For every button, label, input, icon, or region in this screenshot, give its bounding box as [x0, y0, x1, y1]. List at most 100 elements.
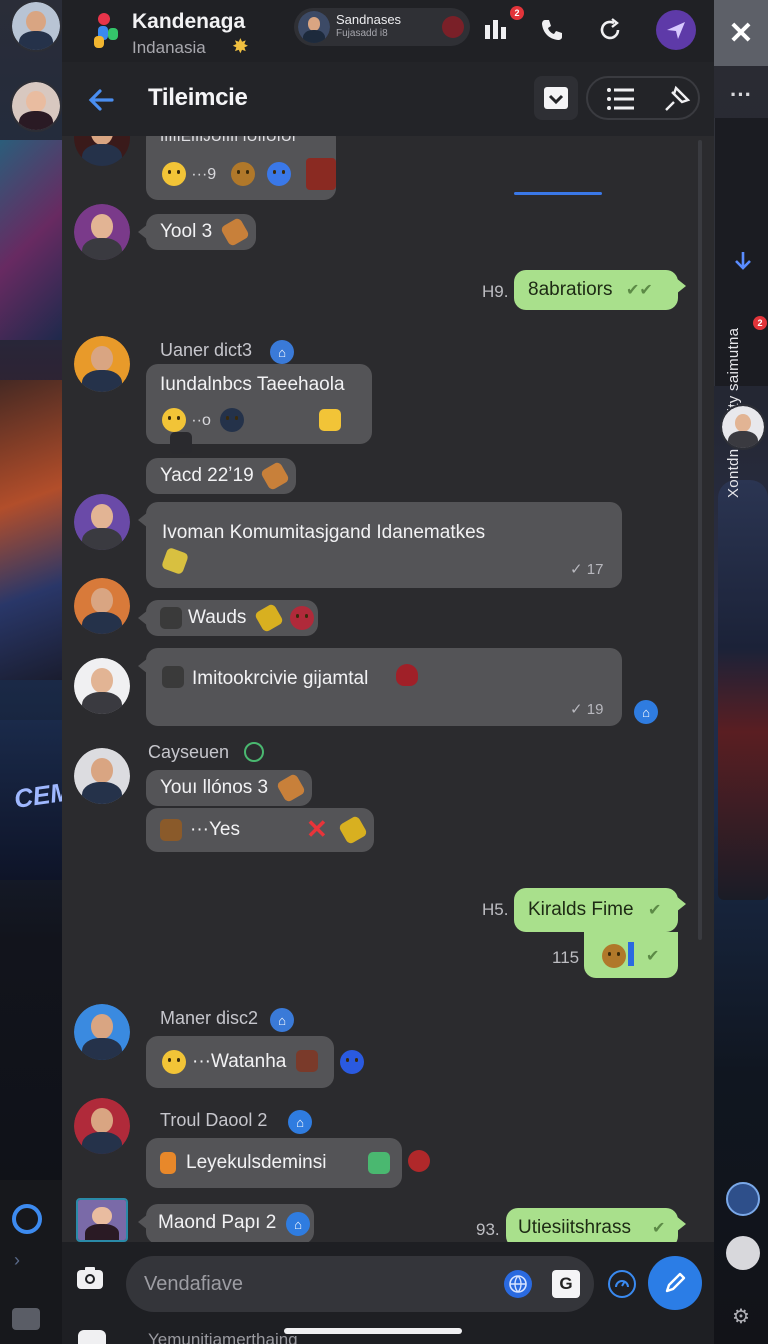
- list-button[interactable]: [606, 86, 636, 117]
- active-chat-pill[interactable]: Sandnases Fujasadd i8: [294, 8, 470, 46]
- avatar[interactable]: [74, 578, 130, 634]
- message-bubble-outgoing[interactable]: ✔: [584, 932, 678, 978]
- app-title: Kandenaga: [132, 10, 246, 33]
- avatar[interactable]: [74, 204, 130, 260]
- message-bubble[interactable]: ···Yes ✕: [146, 808, 374, 852]
- message-bubble[interactable]: Imitookrcivie gijamtal ✓ 19: [138, 648, 622, 726]
- pin-button[interactable]: [662, 84, 692, 119]
- avatar[interactable]: [74, 1098, 130, 1154]
- status-icon: [244, 742, 264, 762]
- message-bubble[interactable]: Leyekulsdeminsi: [146, 1138, 402, 1188]
- sticker-icon: [160, 819, 182, 841]
- inbox-button[interactable]: [534, 76, 578, 120]
- secondary-text: Yemunitiamerthaing: [148, 1330, 298, 1344]
- sticker-icon: [296, 1050, 318, 1072]
- close-icon: ✕: [728, 16, 754, 50]
- sticker-button[interactable]: [608, 1270, 636, 1298]
- message-time-value: 17: [586, 561, 604, 578]
- close-button[interactable]: ✕: [714, 0, 768, 66]
- message-bubble[interactable]: Youı llónos 3: [146, 770, 312, 806]
- scrollbar[interactable]: [698, 140, 702, 940]
- sticker-icon: [231, 162, 256, 186]
- avatar[interactable]: [74, 748, 130, 804]
- sender-name: Troul Daool 2: [160, 1110, 268, 1130]
- compose-button[interactable]: [648, 1256, 702, 1310]
- avatar[interactable]: [76, 1198, 128, 1242]
- message-bubble[interactable]: Ivoman Komumitasjgand Idanematkes ✓ 17: [138, 502, 622, 588]
- avatar[interactable]: [74, 494, 130, 550]
- avatar[interactable]: [74, 658, 130, 714]
- chevron-right-icon[interactable]: ›: [14, 1250, 20, 1271]
- reaction-icon[interactable]: ⌂: [634, 700, 658, 724]
- notification-badge: 2: [510, 6, 524, 20]
- avatar[interactable]: [74, 136, 130, 166]
- profile-menu-button[interactable]: [656, 10, 696, 50]
- message-bubble[interactable]: Maond Papı 2 ⌂: [138, 1204, 314, 1242]
- globe-icon: [509, 1275, 527, 1293]
- home-indicator[interactable]: [284, 1328, 462, 1334]
- avatar[interactable]: [10, 80, 62, 132]
- action-group: [586, 76, 700, 120]
- pill-name: Sandnases: [336, 12, 402, 27]
- sticker-icon: [368, 1152, 390, 1174]
- message-time: H5.: [482, 900, 509, 919]
- message-bubble-outgoing[interactable]: Utiesiitshrass ✔: [506, 1208, 686, 1242]
- message-text: 8abratiors: [528, 279, 613, 300]
- refresh-icon[interactable]: [592, 12, 628, 48]
- message-bubble[interactable]: Yool 3: [138, 214, 256, 250]
- message-bubble[interactable]: Wauds: [138, 600, 318, 636]
- message-bubble[interactable]: Iundalnbcs Taeehaola ··o: [146, 364, 372, 454]
- avatar[interactable]: [74, 336, 130, 392]
- message-time: ✓ 17: [570, 560, 603, 578]
- smile-icon: [162, 1050, 186, 1074]
- message-text: Wauds: [188, 607, 247, 628]
- message-text: Imitookrcivie gijamtal: [192, 668, 369, 689]
- arrow-down-icon[interactable]: [733, 250, 753, 278]
- background-app-left: CEM ›: [0, 0, 74, 1344]
- background-art: [0, 140, 64, 340]
- avatar[interactable]: [720, 404, 766, 450]
- read-ticks-icon: ✔: [648, 902, 662, 919]
- avatar[interactable]: [74, 1004, 130, 1060]
- gear-icon[interactable]: ⚙: [732, 1304, 750, 1329]
- message-input-container: G: [126, 1256, 594, 1312]
- back-button[interactable]: [84, 82, 120, 118]
- message-bubble-outgoing[interactable]: Kiralds Fime ✔: [514, 888, 686, 932]
- screen: CEM › ··· Xontdn Qstaity saimutna 2 ⚙ ✕: [0, 0, 768, 1344]
- camera-button[interactable]: [74, 1262, 106, 1294]
- message-bubble[interactable]: Yacd 22ʼ19: [146, 458, 296, 494]
- message-bubble[interactable]: ···Watanha: [146, 1036, 334, 1088]
- composer-bar: G Yemunitiamerthaing: [62, 1242, 714, 1344]
- read-ticks-icon: ✔✔: [626, 282, 653, 299]
- message-bubble-outgoing[interactable]: 8abratiors ✔✔: [514, 270, 686, 310]
- gif-button[interactable]: G: [552, 1270, 580, 1298]
- read-ticks-icon: ✔: [652, 1220, 666, 1237]
- camera-icon[interactable]: [78, 1330, 106, 1344]
- avatar[interactable]: [10, 0, 62, 52]
- more-icon[interactable]: ···: [714, 82, 768, 108]
- globe-icon: [290, 606, 314, 630]
- background-bottom: ›: [0, 1180, 64, 1344]
- app-icon[interactable]: [726, 1236, 760, 1270]
- menu-icon[interactable]: [12, 1308, 40, 1330]
- chat-window: Kandenaga Indanasia ✸ Sandnases Fujasadd…: [62, 0, 714, 1344]
- avatar: [298, 11, 330, 43]
- message-time-value: 19: [586, 701, 604, 718]
- message-time: 115: [552, 948, 580, 967]
- side-panel-card[interactable]: Xontdn Qstaity saimutna 2: [714, 118, 768, 498]
- message-input[interactable]: [144, 1256, 474, 1312]
- hub-icon[interactable]: [12, 1204, 42, 1234]
- edited-icon: ✓: [570, 701, 583, 718]
- sticker-icon: [160, 607, 182, 629]
- app-icon[interactable]: [726, 1182, 760, 1216]
- sparkle-icon: [340, 1050, 364, 1074]
- phone-icon[interactable]: [534, 12, 570, 48]
- sticker-icon: [160, 1152, 176, 1174]
- emoji-button[interactable]: [504, 1270, 532, 1298]
- record-icon[interactable]: [442, 16, 464, 38]
- gauge-icon: [615, 1280, 629, 1288]
- chat-title: Tileimcie: [148, 84, 248, 111]
- share-icon: [667, 22, 685, 39]
- chart-icon: [319, 409, 342, 431]
- message-text: Yacd 22ʼ19: [160, 465, 254, 486]
